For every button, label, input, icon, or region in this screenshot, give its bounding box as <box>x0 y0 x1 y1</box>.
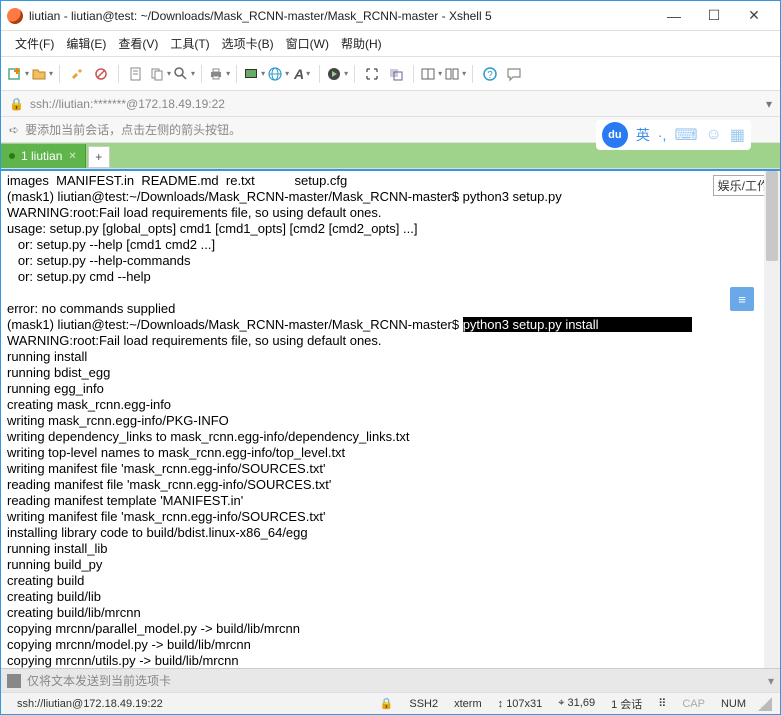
properties-button[interactable] <box>125 62 147 86</box>
ime-punct[interactable]: ·, <box>658 127 667 143</box>
tunnel-button[interactable] <box>444 62 466 86</box>
address-url[interactable]: ssh://liutian:*******@172.18.49.19:22 <box>30 97 225 111</box>
script-button[interactable] <box>326 62 348 86</box>
status-term: xterm <box>446 698 490 710</box>
transparent-button[interactable] <box>385 62 407 86</box>
send-icon[interactable] <box>7 674 21 688</box>
print-button[interactable] <box>208 62 230 86</box>
send-bar: 仅将文本发送到当前选项卡 ▾ <box>1 668 780 692</box>
add-session-icon[interactable]: ➪ <box>9 123 19 137</box>
titlebar: liutian - liutian@test: ~/Downloads/Mask… <box>1 1 780 31</box>
menu-window[interactable]: 窗口(W) <box>280 32 335 55</box>
find-button[interactable] <box>173 62 195 86</box>
status-proto: SSH2 <box>401 698 446 710</box>
menu-glyph-icon[interactable]: ≡ <box>730 287 754 311</box>
disconnect-button[interactable] <box>90 62 112 86</box>
menu-file[interactable]: 文件(F) <box>9 32 60 55</box>
send-text[interactable]: 仅将文本发送到当前选项卡 <box>27 672 171 689</box>
tab-close-icon[interactable]: ✕ <box>68 151 76 162</box>
keyboard-icon[interactable]: ⌨ <box>674 125 697 145</box>
new-session-button[interactable] <box>7 62 29 86</box>
menubar: 文件(F) 编辑(E) 查看(V) 工具(T) 选项卡(B) 窗口(W) 帮助(… <box>1 31 780 57</box>
chat-button[interactable] <box>503 62 525 86</box>
ime-widget: du 英 ·, ⌨ ☺ ▦ <box>596 120 751 150</box>
connect-button[interactable] <box>66 62 88 86</box>
menu-help[interactable]: 帮助(H) <box>335 32 388 55</box>
status-size: ↕ 107x31 <box>490 698 551 710</box>
ime-lang[interactable]: 英 <box>636 125 650 145</box>
address-bar: 🔒 ssh://liutian:*******@172.18.49.19:22 … <box>1 91 780 117</box>
send-dropdown-icon[interactable]: ▾ <box>768 674 774 688</box>
baidu-icon[interactable]: du <box>602 122 628 148</box>
app-icon <box>7 8 23 24</box>
menu-tabs[interactable]: 选项卡(B) <box>216 32 280 55</box>
status-dot-icon <box>9 153 15 159</box>
tab-active[interactable]: 1 liutian ✕ <box>1 144 86 168</box>
encoding-button[interactable] <box>267 62 289 86</box>
lock-icon: 🔒 <box>9 97 24 111</box>
window-title: liutian - liutian@test: ~/Downloads/Mask… <box>29 9 654 23</box>
maximize-button[interactable]: ☐ <box>694 1 734 31</box>
font-button[interactable]: A <box>291 62 313 86</box>
status-bar: ssh://liutian@172.18.49.19:22 🔒 SSH2 xte… <box>1 692 780 714</box>
menu-view[interactable]: 查看(V) <box>112 32 164 55</box>
open-button[interactable] <box>31 62 53 86</box>
scrollbar[interactable] <box>764 171 780 668</box>
status-link-icon: ⠿ <box>650 697 674 710</box>
status-sessions: 1 会话 <box>603 696 650 712</box>
help-button[interactable]: ? <box>479 62 501 86</box>
status-cursor: ⌖ 31,69 <box>550 697 603 710</box>
status-lock-icon: 🔒 <box>372 697 402 710</box>
terminal-wrap: 娱乐/工作 images MANIFEST.in README.md re.tx… <box>1 169 780 668</box>
tip-text: 要添加当前会话，点击左侧的箭头按钮。 <box>25 121 241 138</box>
scroll-thumb[interactable] <box>766 171 778 261</box>
user-icon[interactable]: ☺ <box>706 126 722 144</box>
minimize-button[interactable]: — <box>654 1 694 31</box>
resize-grip[interactable] <box>758 697 772 711</box>
status-num: NUM <box>713 698 754 710</box>
fullscreen-button[interactable] <box>361 62 383 86</box>
status-cap: CAP <box>674 698 713 710</box>
close-button[interactable]: ✕ <box>734 1 774 31</box>
svg-text:?: ? <box>487 70 493 81</box>
color-scheme-button[interactable] <box>243 62 265 86</box>
terminal[interactable]: images MANIFEST.in README.md re.txt setu… <box>1 171 780 668</box>
add-tab-button[interactable]: + <box>88 146 110 168</box>
grid-icon[interactable]: ▦ <box>730 125 745 145</box>
menu-edit[interactable]: 编辑(E) <box>60 32 112 55</box>
layout-button[interactable] <box>420 62 442 86</box>
address-dropdown-icon[interactable]: ▾ <box>766 97 772 111</box>
selected-text: python3 setup.py install <box>463 317 599 332</box>
toolbar: A ? <box>1 57 780 91</box>
menu-tools[interactable]: 工具(T) <box>164 32 215 55</box>
status-connection: ssh://liutian@172.18.49.19:22 <box>9 698 171 710</box>
tab-label: 1 liutian <box>21 149 62 163</box>
copy-button[interactable] <box>149 62 171 86</box>
